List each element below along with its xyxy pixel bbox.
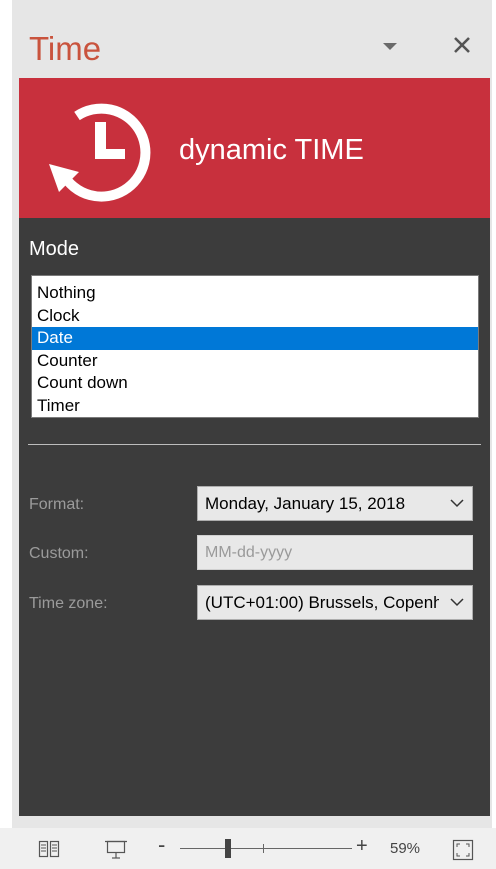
zoom-slider-thumb[interactable] [225, 839, 231, 858]
mode-listbox[interactable]: Nothing Clock Date Counter Count down Ti… [31, 275, 479, 418]
mode-option-counter[interactable]: Counter [32, 350, 478, 373]
clock-refresh-icon [49, 103, 151, 202]
status-bar: - + 59% [0, 828, 496, 869]
format-select[interactable]: Monday, January 15, 2018 [197, 486, 473, 521]
pane-close-button[interactable] [450, 32, 474, 58]
mode-option-timer[interactable]: Timer [32, 395, 478, 418]
pane-title: Time [29, 30, 102, 67]
zoom-level[interactable]: 59% [390, 840, 420, 857]
zoom-out-button[interactable]: - [158, 834, 165, 856]
fit-to-window-button[interactable] [452, 839, 474, 866]
close-icon [454, 37, 470, 53]
settings-panel: Mode Nothing Clock Date Counter Count do… [19, 218, 490, 816]
zoom-slider-track[interactable] [180, 848, 352, 849]
chevron-down-icon [450, 499, 464, 508]
timezone-value: (UTC+01:00) Brussels, Copenhagen, Madrid… [205, 593, 439, 612]
mode-option-nothing[interactable]: Nothing [32, 282, 478, 305]
fit-to-window-icon [452, 839, 474, 861]
section-divider [28, 444, 481, 445]
chevron-down-icon [450, 598, 464, 607]
brand-name: dynamic TIME [179, 134, 364, 166]
format-label: Format: [29, 496, 85, 513]
mode-label: Mode [29, 238, 80, 260]
reading-view-button[interactable] [38, 839, 60, 864]
timezone-select[interactable]: (UTC+01:00) Brussels, Copenhagen, Madrid… [197, 585, 473, 620]
zoom-slider-center-tick [263, 844, 264, 853]
mode-option-count-down[interactable]: Count down [32, 372, 478, 395]
presentation-icon [105, 840, 127, 859]
pane-header: Time [12, 0, 492, 78]
mode-option-date[interactable]: Date [32, 327, 478, 350]
timezone-label: Time zone: [29, 595, 108, 612]
book-icon [38, 840, 60, 858]
slide-show-button[interactable] [104, 838, 128, 865]
task-pane: Time dynamic TIME Mode Nothing Clock Dat… [12, 0, 492, 828]
pane-options-button[interactable] [378, 36, 402, 56]
custom-label: Custom: [29, 545, 89, 562]
zoom-in-button[interactable]: + [356, 836, 368, 856]
custom-format-input[interactable] [197, 535, 473, 570]
format-value: Monday, January 15, 2018 [205, 494, 406, 513]
brand-banner: dynamic TIME [19, 78, 490, 218]
mode-option-clock[interactable]: Clock [32, 305, 478, 328]
dropdown-triangle-icon [383, 43, 397, 50]
